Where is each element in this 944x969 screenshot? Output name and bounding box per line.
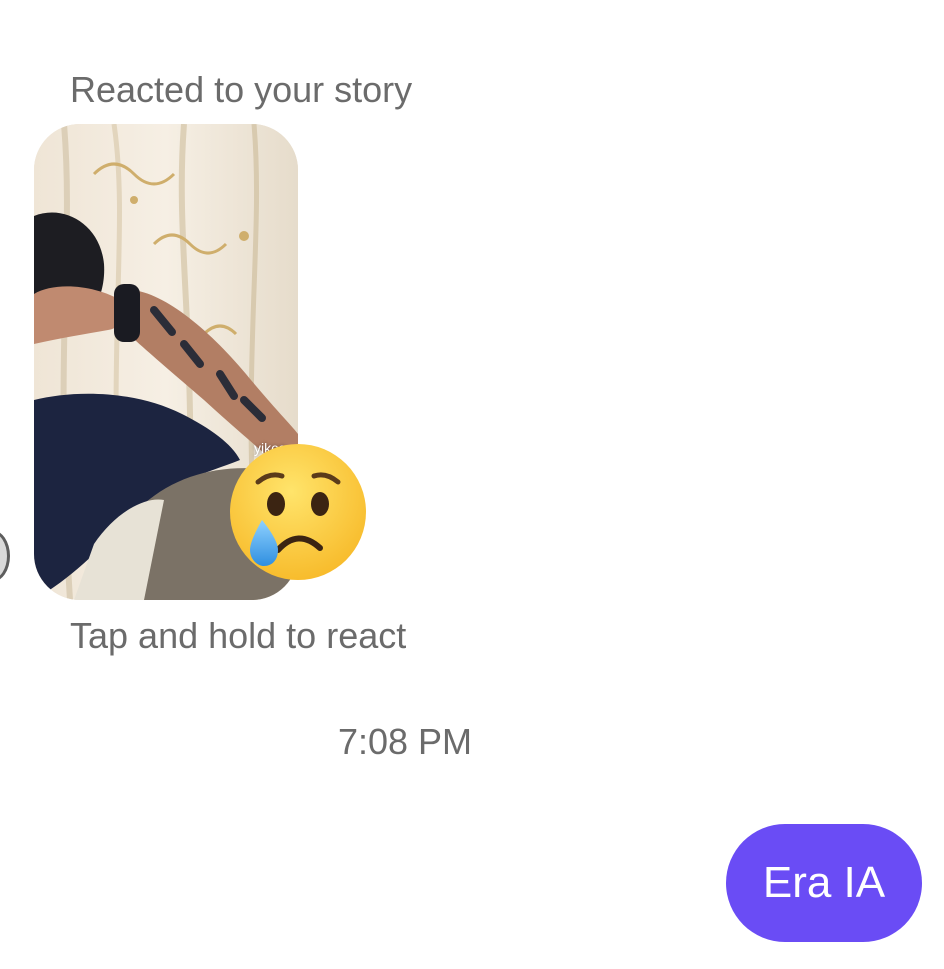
chat-thread: Reacted to your story yikes Tap and hold… bbox=[0, 0, 944, 969]
crying-face-reaction-icon[interactable] bbox=[228, 442, 368, 582]
sender-avatar[interactable] bbox=[0, 530, 10, 582]
tap-hold-hint: Tap and hold to react bbox=[70, 615, 407, 656]
message-timestamp: 7:08 PM bbox=[337, 721, 473, 762]
reacted-to-story-label: Reacted to your story bbox=[70, 69, 413, 110]
outgoing-message-bubble[interactable]: Era IA bbox=[726, 824, 922, 942]
